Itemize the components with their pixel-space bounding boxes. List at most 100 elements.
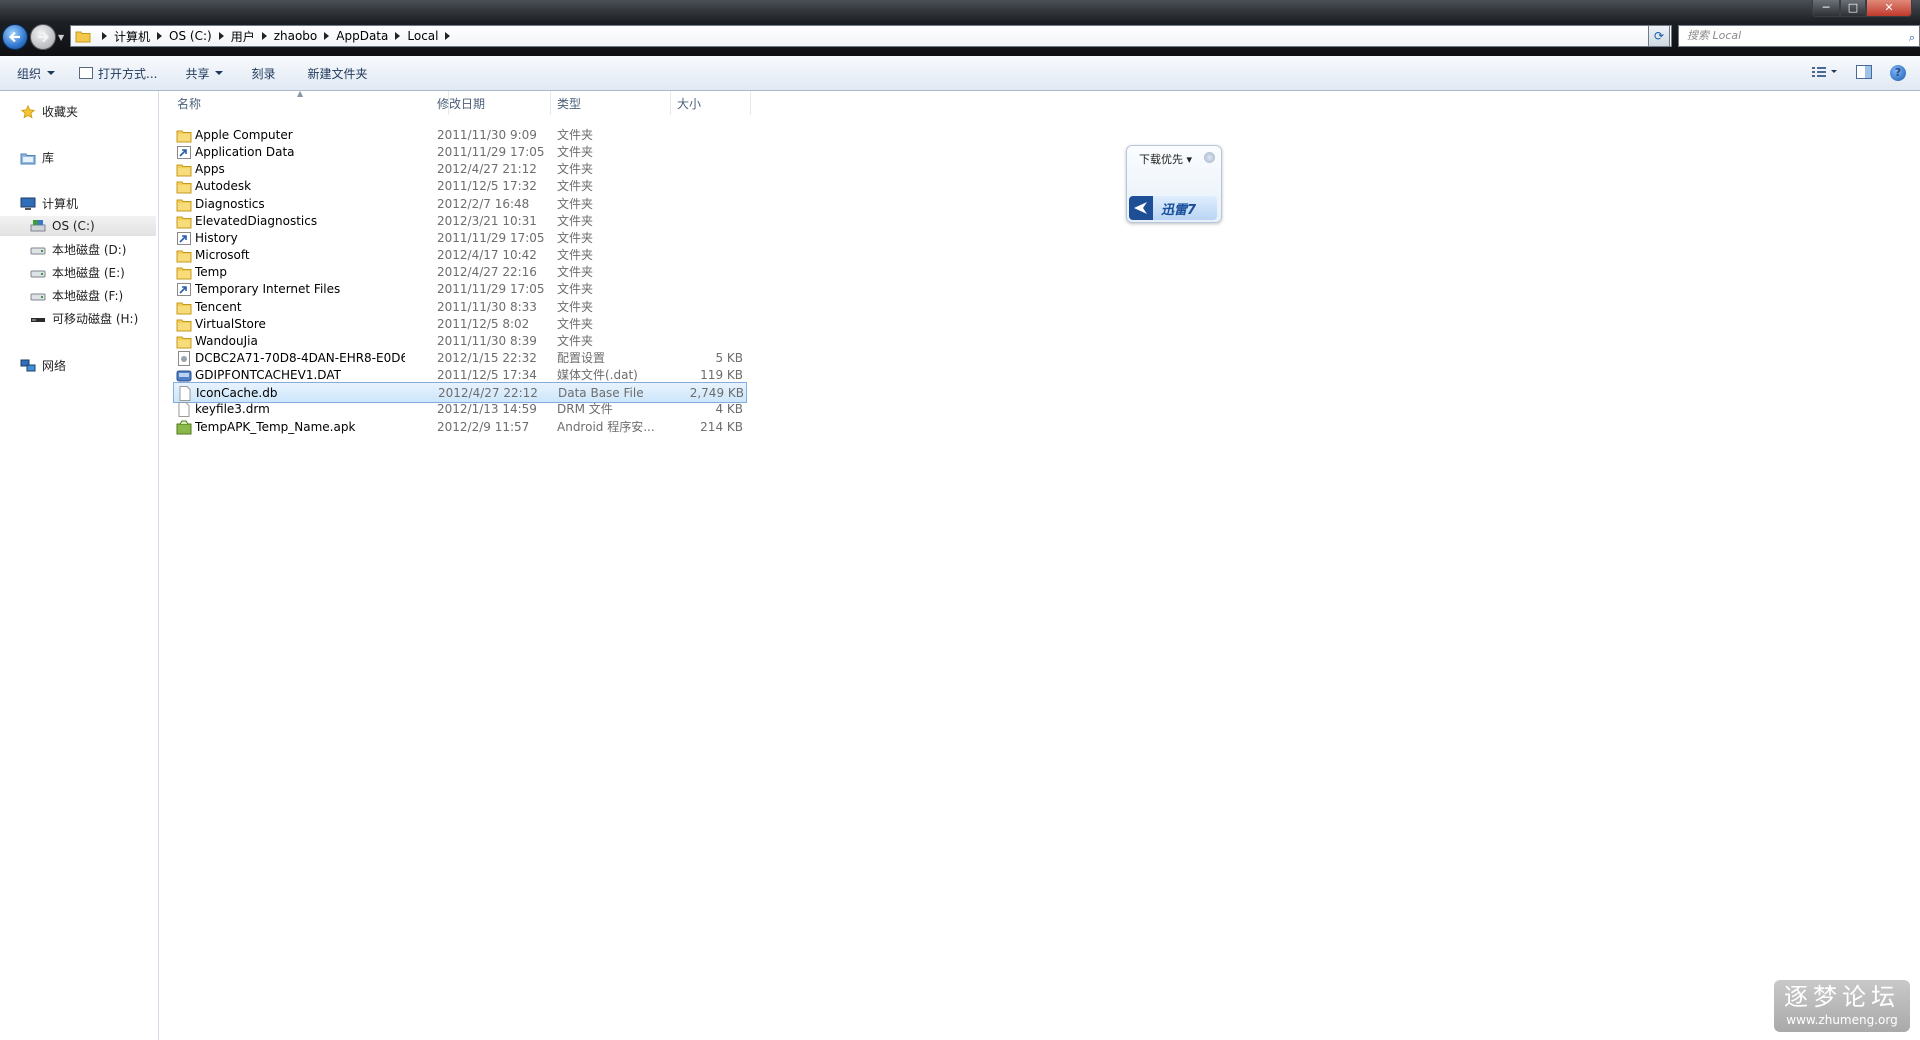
- change-view-button[interactable]: [1812, 66, 1838, 81]
- window-titlebar: ─ □ ✕ ▼ 计算机 OS (C:) 用户 zhaobo AppData Lo…: [0, 0, 1920, 56]
- breadcrumb-local[interactable]: Local: [407, 29, 438, 43]
- folder-icon: [75, 31, 91, 43]
- breadcrumb-separator[interactable]: [261, 32, 267, 40]
- nav-drive-label: 本地磁盘 (F:): [52, 289, 124, 303]
- folder-icon: [176, 162, 192, 177]
- nav-drive-f[interactable]: 本地磁盘 (F:): [30, 287, 123, 304]
- nav-computer-label: 计算机: [42, 197, 79, 211]
- column-header-type[interactable]: 类型: [557, 91, 671, 115]
- chevron-down-icon: [215, 71, 224, 75]
- folder-icon: [176, 128, 192, 143]
- share-menu[interactable]: 共享: [185, 65, 224, 82]
- system-drive-icon: [30, 220, 46, 232]
- recent-pages-dropdown[interactable]: ▼: [58, 33, 66, 42]
- close-button[interactable]: ✕: [1866, 0, 1912, 17]
- breadcrumb-separator[interactable]: [445, 32, 451, 40]
- forum-watermark: 逐梦论坛 www.zhumeng.org: [1774, 980, 1910, 1032]
- breadcrumb-separator[interactable]: [218, 32, 224, 40]
- burn-button[interactable]: 刻录: [251, 65, 275, 82]
- xunlei-bird-icon: [1129, 196, 1153, 220]
- apk-icon: [176, 420, 192, 435]
- column-size-label: 大小: [677, 96, 702, 111]
- nav-drive-label: 本地磁盘 (E:): [52, 266, 125, 280]
- column-date-label: 修改日期: [437, 96, 486, 111]
- new-folder-label: 新建文件夹: [307, 66, 368, 81]
- breadcrumb-separator[interactable]: [157, 32, 163, 40]
- widget-settings-icon[interactable]: [1204, 152, 1215, 163]
- new-folder-button[interactable]: 新建文件夹: [308, 65, 368, 82]
- breadcrumb-drive-c[interactable]: OS (C:): [169, 29, 212, 43]
- command-bar: 组织 打开方式... 共享 刻录 新建文件夹 ?: [0, 56, 1920, 91]
- column-type-label: 类型: [557, 96, 582, 111]
- column-header-size[interactable]: 大小: [677, 91, 751, 115]
- help-icon[interactable]: ?: [1890, 65, 1906, 81]
- file-list: 名称 ▲ 修改日期 类型 大小 Apple Computer 2011/11/30…: [159, 89, 1920, 1040]
- navigation-pane: 收藏夹 库 计算机 OS (C:) 本地磁盘 (D:) 本地磁盘 (E:) 本地…: [0, 91, 159, 1040]
- refresh-button[interactable]: ⟳: [1648, 25, 1670, 47]
- nav-network[interactable]: 网络: [20, 357, 66, 374]
- forward-button[interactable]: [30, 24, 56, 50]
- folder-icon: [176, 265, 192, 280]
- nav-drive-label: OS (C:): [52, 219, 95, 233]
- shortcut-icon: [176, 231, 192, 246]
- open-with-button[interactable]: 打开方式...: [79, 65, 157, 82]
- breadcrumb-user[interactable]: zhaobo: [274, 29, 318, 43]
- sort-ascending-icon: ▲: [297, 89, 304, 98]
- nav-computer[interactable]: 计算机: [20, 195, 78, 212]
- xunlei-launch-button[interactable]: 迅雷7: [1129, 196, 1217, 220]
- search-input[interactable]: 搜索 Local ⌕: [1678, 25, 1920, 47]
- xunlei-name: 迅雷7: [1161, 202, 1197, 218]
- breadcrumb-appdata[interactable]: AppData: [336, 29, 388, 43]
- maximize-button[interactable]: □: [1840, 0, 1866, 17]
- network-icon: [20, 359, 36, 371]
- file-row[interactable]: TempAPK_Temp_Name.apk 2012/2/9 11:57 Andro…: [173, 417, 747, 438]
- hard-drive-icon: [30, 293, 46, 300]
- nav-drive-label: 可移动磁盘 (H:): [52, 312, 139, 326]
- chevron-down-icon: [47, 71, 56, 75]
- shortcut-icon: [176, 282, 192, 297]
- hard-drive-icon: [30, 247, 46, 254]
- breadcrumb-separator[interactable]: [102, 32, 107, 40]
- minimize-button[interactable]: ─: [1812, 0, 1840, 17]
- nav-drive-h[interactable]: 可移动磁盘 (H:): [30, 310, 138, 327]
- folder-icon: [176, 179, 192, 194]
- column-name-label: 名称: [177, 96, 202, 111]
- nav-favorites-label: 收藏夹: [42, 105, 79, 119]
- column-header-date[interactable]: 修改日期: [437, 91, 551, 115]
- shortcut-icon: [176, 145, 192, 160]
- breadcrumb-separator[interactable]: [324, 32, 330, 40]
- folder-icon: [176, 317, 192, 332]
- organize-label: 组织: [17, 66, 42, 81]
- download-priority-dropdown[interactable]: 下载优先 ▾: [1139, 151, 1192, 167]
- library-icon: [20, 153, 36, 164]
- download-priority-label: 下载优先: [1139, 153, 1183, 166]
- breadcrumb-users[interactable]: 用户: [231, 28, 255, 45]
- preview-pane-button[interactable]: [1856, 64, 1872, 82]
- breadcrumb-computer[interactable]: 计算机: [114, 28, 150, 45]
- nav-drive-label: 本地磁盘 (D:): [52, 243, 127, 257]
- nav-favorites[interactable]: 收藏夹: [20, 103, 78, 120]
- media-icon: [176, 368, 192, 383]
- burn-label: 刻录: [251, 66, 276, 81]
- column-header-name[interactable]: 名称: [177, 91, 449, 115]
- star-icon: [20, 104, 36, 118]
- nav-drive-c[interactable]: OS (C:): [0, 216, 156, 236]
- removable-drive-icon: [31, 317, 45, 322]
- view-list-icon: [1812, 66, 1837, 77]
- folder-icon: [176, 248, 192, 263]
- back-button[interactable]: [2, 24, 28, 50]
- nav-libraries[interactable]: 库: [20, 149, 54, 166]
- preview-pane-icon: [1856, 64, 1872, 79]
- xunlei-float-widget[interactable]: 下载优先 ▾ 迅雷7: [1126, 145, 1222, 223]
- arrow-left-icon: [8, 31, 20, 43]
- breadcrumb-separator[interactable]: [395, 32, 401, 40]
- nav-drive-e[interactable]: 本地磁盘 (E:): [30, 264, 125, 281]
- window-controls: ─ □ ✕: [1812, 0, 1912, 17]
- nav-drive-d[interactable]: 本地磁盘 (D:): [30, 241, 126, 258]
- search-placeholder: 搜索 Local: [1687, 29, 1742, 42]
- watermark-url: www.zhumeng.org: [1786, 1013, 1898, 1027]
- address-bar[interactable]: 计算机 OS (C:) 用户 zhaobo AppData Local ▼: [70, 25, 1672, 47]
- organize-menu[interactable]: 组织: [17, 65, 56, 82]
- file-name: TempAPK_Temp_Name.apk: [195, 419, 356, 434]
- refresh-icon: ⟳: [1653, 29, 1665, 43]
